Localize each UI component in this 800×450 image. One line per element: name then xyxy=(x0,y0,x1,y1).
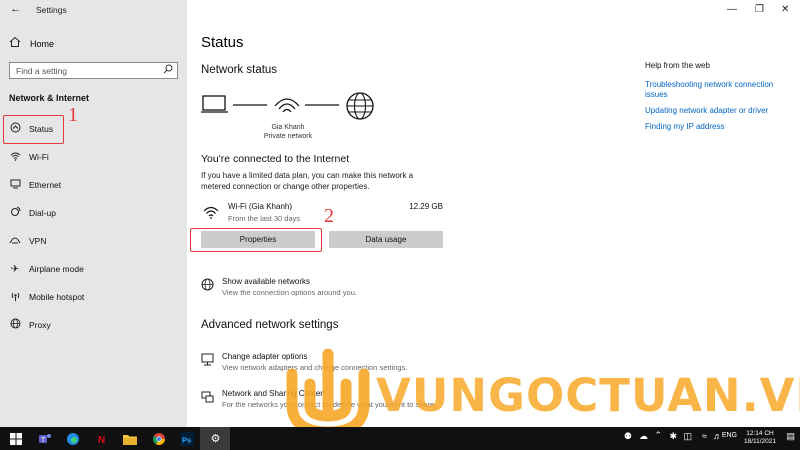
clock-time: 12:14 CH xyxy=(746,430,774,437)
weather-icon[interactable]: ☁ xyxy=(639,431,648,442)
sidebar-item-vpn[interactable]: VPN xyxy=(0,227,187,255)
sidebar-item-ethernet[interactable]: Ethernet xyxy=(0,171,187,199)
wifi-icon xyxy=(9,151,21,164)
adapter-monitor-icon xyxy=(201,353,215,369)
help-link-update-adapter[interactable]: Updating network adapter or driver xyxy=(645,106,795,116)
sidebar-item-label: Airplane mode xyxy=(29,264,84,274)
photoshop-icon[interactable]: Ps xyxy=(178,430,195,447)
help-link-find-ip[interactable]: Finding my IP address xyxy=(645,122,795,132)
main-content: — ❐ ✕ Status Network status Gia Khanh Pr… xyxy=(187,0,800,427)
teams-icon[interactable]: T xyxy=(36,430,53,447)
notification-icon[interactable]: ▤ xyxy=(786,431,795,442)
airplane-icon: ✈ xyxy=(10,263,20,275)
show-networks-link[interactable]: Show available networks View the connect… xyxy=(201,277,461,301)
sidebar-item-label: Wi-Fi xyxy=(29,152,49,162)
section-heading: Network & Internet xyxy=(9,93,90,103)
sidebar-item-wifi[interactable]: Wi-Fi xyxy=(0,143,187,171)
volume-icon[interactable]: ♬ xyxy=(713,431,722,441)
sidebar-item-hotspot[interactable]: Mobile hotspot xyxy=(0,283,187,311)
dialup-icon xyxy=(9,206,21,220)
language-indicator[interactable]: ENG xyxy=(722,432,737,439)
sidebar-nav: Status Wi-Fi Ethernet Dial-up VPN ✈ Airp… xyxy=(0,115,187,339)
search-box xyxy=(9,62,178,79)
watermark-text: VUNGOCTUAN.VN xyxy=(376,369,800,422)
wifi-connection-row: Wi-Fi (Gia Khanh) From the last 30 days … xyxy=(201,200,443,224)
file-explorer-icon[interactable] xyxy=(121,430,138,447)
taskbar: T N Ps ⚙ ⚉ ☁ ⌃ ✱ ◫ ≈ ♬ ENG 12:14 CH 18/1… xyxy=(0,427,800,450)
edge-icon[interactable] xyxy=(64,430,81,447)
wifi-period: From the last 30 days xyxy=(228,214,301,223)
annotation-number-1: 1 xyxy=(68,104,78,126)
chevron-up-icon[interactable]: ⌃ xyxy=(654,430,662,441)
clock[interactable]: 12:14 CH 18/11/2021 xyxy=(740,430,780,446)
network-topology-icon xyxy=(201,92,374,120)
people-icon[interactable]: ⚉ xyxy=(624,431,632,442)
network-tray-icon[interactable]: ≈ xyxy=(702,431,707,441)
sidebar-item-dialup[interactable]: Dial-up xyxy=(0,199,187,227)
settings-gear-icon[interactable]: ⚙ xyxy=(207,430,224,447)
home-link[interactable]: Home xyxy=(8,36,54,51)
window-title: Settings xyxy=(36,5,67,15)
vpn-icon xyxy=(9,235,21,248)
sidebar-item-label: Mobile hotspot xyxy=(29,292,85,302)
netflix-icon[interactable]: N xyxy=(92,430,109,447)
sidebar-item-label: VPN xyxy=(29,236,47,246)
home-label: Home xyxy=(30,38,55,49)
sidebar-item-airplane[interactable]: ✈ Airplane mode xyxy=(0,255,187,283)
sidebar-item-label: Proxy xyxy=(29,320,51,330)
network-diagram: Gia Khanh Private network xyxy=(201,92,381,144)
svg-text:Ps: Ps xyxy=(182,435,191,444)
sidebar: ← Settings Home Network & Internet Statu… xyxy=(0,0,187,427)
show-networks-subtitle: View the connection options around you. xyxy=(222,288,357,297)
wifi-name: Wi-Fi (Gia Khanh) xyxy=(228,202,293,211)
globe-icon xyxy=(9,318,21,332)
home-icon xyxy=(8,36,22,51)
clock-date: 18/11/2021 xyxy=(743,438,777,445)
watermark-logo xyxy=(282,344,374,440)
ethernet-icon xyxy=(9,179,21,192)
help-link-troubleshoot[interactable]: Troubleshooting network connection issue… xyxy=(645,80,795,100)
show-networks-title: Show available networks xyxy=(222,277,311,286)
network-type: Private network xyxy=(263,133,313,140)
advanced-settings-heading: Advanced network settings xyxy=(201,319,339,331)
sharing-center-icon xyxy=(201,390,215,406)
windows-start-icon[interactable] xyxy=(7,430,24,447)
search-icon[interactable] xyxy=(163,64,173,77)
network-globe-icon xyxy=(201,278,215,294)
help-panel: Help from the web Troubleshooting networ… xyxy=(645,61,795,138)
connected-heading: You're connected to the Internet xyxy=(201,153,350,165)
sidebar-item-label: Dial-up xyxy=(29,208,56,218)
data-usage-button[interactable]: Data usage xyxy=(329,231,443,248)
maximize-icon[interactable]: ❐ xyxy=(755,4,764,15)
wifi-signal-icon xyxy=(203,205,219,221)
highlight-box-properties xyxy=(190,228,322,252)
sidebar-item-proxy[interactable]: Proxy xyxy=(0,311,187,339)
hotspot-icon xyxy=(9,290,21,304)
network-name: Gia Khanh xyxy=(271,124,305,131)
highlight-box-status xyxy=(3,115,64,144)
close-icon[interactable]: ✕ xyxy=(781,4,789,15)
back-arrow-icon[interactable]: ← xyxy=(10,3,21,15)
connected-description: If you have a limited data plan, you can… xyxy=(201,171,414,191)
svg-text:N: N xyxy=(98,435,105,446)
annotation-number-2: 2 xyxy=(324,205,334,227)
page-title: Status xyxy=(201,34,244,51)
minimize-icon[interactable]: — xyxy=(727,4,737,15)
sidebar-item-label: Ethernet xyxy=(29,180,62,190)
title-bar: ← Settings xyxy=(0,0,187,20)
search-input[interactable] xyxy=(10,63,158,78)
help-title: Help from the web xyxy=(645,61,710,70)
bluetooth-icon[interactable]: ✱ xyxy=(669,431,677,442)
chrome-icon[interactable] xyxy=(150,430,167,447)
network-status-heading: Network status xyxy=(201,64,278,76)
wifi-usage: 12.29 GB xyxy=(409,202,443,211)
battery-icon[interactable]: ◫ xyxy=(683,431,692,442)
svg-text:T: T xyxy=(41,437,46,444)
